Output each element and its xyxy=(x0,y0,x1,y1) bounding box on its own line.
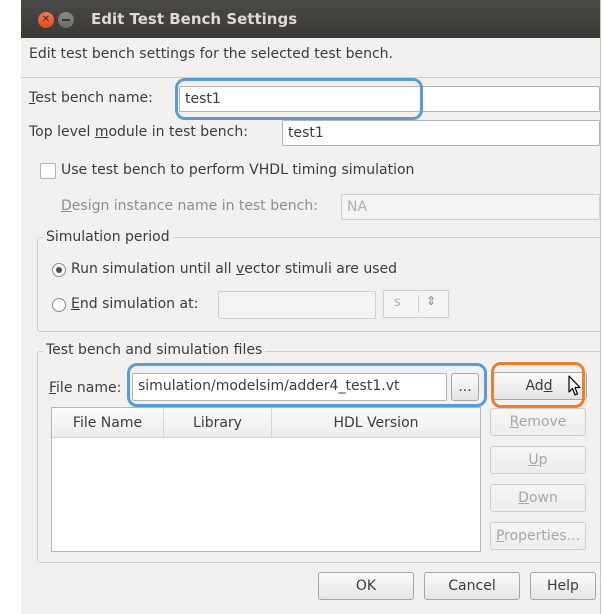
highlight-tb-name xyxy=(175,78,423,120)
vhdl-timing-label: Use test bench to perform VHDL timing si… xyxy=(61,162,415,178)
file-name-label: File name: xyxy=(49,380,122,396)
time-unit-value: s xyxy=(394,295,401,310)
close-icon[interactable]: ✕ xyxy=(38,12,54,28)
mouse-cursor-icon xyxy=(568,375,581,396)
cancel-button[interactable]: Cancel xyxy=(424,572,520,600)
design-instance-label: Design instance name in test bench: xyxy=(61,198,318,214)
simulation-period-title: Simulation period xyxy=(43,227,173,247)
vhdl-timing-checkbox[interactable] xyxy=(40,163,56,179)
time-unit-select[interactable]: s ⇕ xyxy=(383,290,449,318)
dialog-description: Edit test bench settings for the selecte… xyxy=(29,46,393,62)
end-at-radio[interactable] xyxy=(52,298,66,312)
edit-test-bench-dialog: ✕ Edit Test Bench Settings Edit test ben… xyxy=(21,0,601,614)
column-hdl-version[interactable]: HDL Version xyxy=(272,408,480,438)
spinner-arrows-icon: ⇕ xyxy=(426,294,437,308)
down-button[interactable]: Down xyxy=(490,484,586,512)
title-bar: ✕ Edit Test Bench Settings xyxy=(21,0,600,38)
run-all-radio[interactable] xyxy=(52,263,66,277)
end-time-input[interactable] xyxy=(218,291,376,319)
top-module-input[interactable]: test1 xyxy=(282,120,600,146)
column-file-name[interactable]: File Name xyxy=(52,408,164,438)
run-all-label: Run simulation until all vector stimuli … xyxy=(71,261,398,277)
remove-button[interactable]: Remove xyxy=(490,408,586,436)
top-module-label: Top level module in test bench: xyxy=(29,124,248,140)
end-at-label: End simulation at: xyxy=(71,296,199,312)
minimize-icon[interactable] xyxy=(58,12,74,28)
help-button[interactable]: Help xyxy=(530,572,596,600)
tb-name-label: Test bench name: xyxy=(29,90,153,106)
ok-button[interactable]: OK xyxy=(318,572,414,600)
design-instance-input[interactable]: NA xyxy=(341,194,600,220)
properties-button[interactable]: Properties... xyxy=(490,522,586,550)
column-library[interactable]: Library xyxy=(164,408,272,438)
window-title: Edit Test Bench Settings xyxy=(91,10,298,28)
highlight-file-name xyxy=(127,363,487,407)
files-group-title: Test bench and simulation files xyxy=(43,340,266,360)
files-list[interactable]: File Name Library HDL Version xyxy=(51,407,481,552)
up-button[interactable]: Up xyxy=(490,446,586,474)
